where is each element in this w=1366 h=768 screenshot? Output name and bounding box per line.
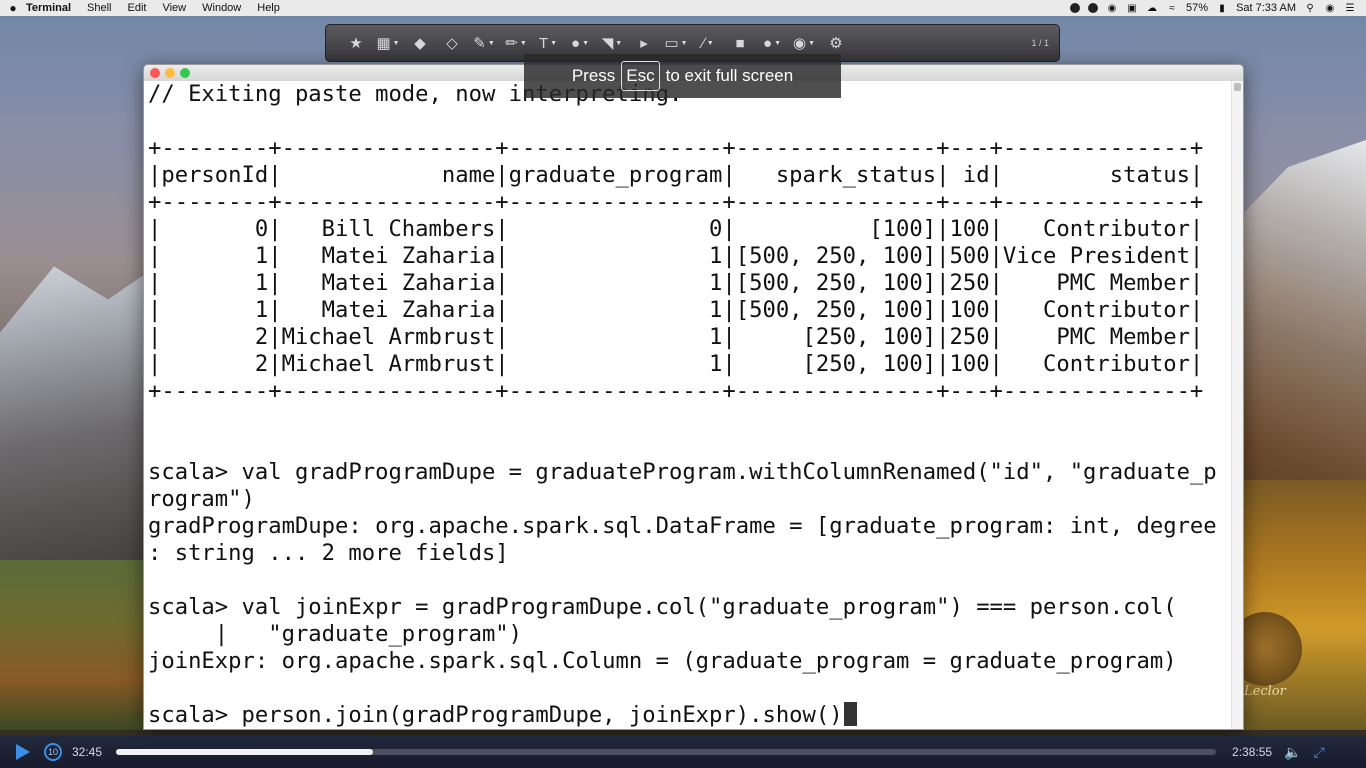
wallpaper-forest-left [0, 560, 150, 730]
terminal-line: scala> val gradProgramDupe = graduatePro… [148, 459, 1217, 485]
record-tool-icon[interactable]: ● ▼ [760, 32, 784, 54]
terminal-line: | 2|Michael Armbrust| 1| [250, 100]|100|… [148, 351, 1204, 377]
current-time: 32:45 [72, 745, 103, 759]
end-time: 2:38:55 [1232, 745, 1273, 759]
terminal-cursor [843, 702, 857, 726]
menu-edit[interactable]: Edit [128, 2, 147, 14]
terminal-line: | 1| Matei Zaharia| 1|[500, 250, 100]|10… [148, 297, 1204, 323]
minimize-button[interactable] [165, 68, 175, 78]
progress-fill [116, 749, 374, 755]
star-tool-icon[interactable]: ★ [344, 32, 368, 54]
terminal-line: | "graduate_program") [148, 621, 523, 647]
highlight-tool-icon[interactable]: ◇ [440, 32, 464, 54]
terminal-line: | 1| Matei Zaharia| 1|[500, 250, 100]|50… [148, 243, 1204, 269]
app-menu-terminal[interactable]: Terminal [26, 2, 71, 14]
color-tool-icon[interactable]: ● ▼ [568, 32, 592, 54]
pencil-tool-icon[interactable]: ✎ ▼ [472, 32, 496, 54]
menu-help[interactable]: Help [257, 2, 280, 14]
app-icon[interactable]: ▣ [1126, 3, 1138, 14]
terminal-line: rogram") [148, 486, 255, 512]
status-area: ◉ ▣ ☁ ≈ 57% ▮ Sat 7:33 AM ⚲ ◉ ☰ [1070, 2, 1366, 14]
menu-window[interactable]: Window [202, 2, 241, 14]
screen-icon[interactable] [1088, 3, 1099, 13]
line-tool-icon[interactable]: ∕ ▼ [696, 32, 720, 54]
wifi-icon[interactable]: ≈ [1166, 3, 1178, 14]
terminal-line: +--------+----------------+-------------… [148, 189, 1204, 215]
battery-icon[interactable]: ▮ [1216, 3, 1228, 14]
fullscreen-icon[interactable]: ⤢ [1314, 744, 1325, 761]
menu-view[interactable]: View [162, 2, 186, 14]
cloud-icon[interactable]: ☁ [1146, 3, 1158, 14]
pointer-tool-icon[interactable]: ▸ [632, 32, 656, 54]
play-icon[interactable] [16, 744, 30, 760]
clock[interactable]: Sat 7:33 AM [1236, 2, 1296, 14]
watermark-text: Leclor [1244, 684, 1286, 699]
terminal-window[interactable]: // Exiting paste mode, now interpreting.… [143, 64, 1244, 730]
terminal-line: | 0| Bill Chambers| 0| [100]|100| Contri… [148, 216, 1204, 242]
esc-key: Esc [621, 61, 660, 91]
record-icon[interactable] [1070, 3, 1081, 13]
apple-menu-icon[interactable]: ● [0, 1, 26, 15]
webcam-tool-icon[interactable]: ◉ ▼ [792, 32, 816, 54]
camera-icon[interactable]: ◉ [1106, 3, 1118, 14]
menu-bar: ● Terminal Shell Edit View Window Help ◉… [0, 0, 1366, 16]
terminal-line: gradProgramDupe: org.apache.spark.sql.Da… [148, 513, 1217, 539]
terminal-line: : string ... 2 more fields] [148, 540, 509, 566]
progress-bar[interactable] [116, 749, 1217, 755]
scrollbar[interactable] [1231, 81, 1243, 729]
battery-percent[interactable]: 57% [1186, 2, 1208, 14]
replay-10-icon[interactable]: 10 [44, 743, 62, 761]
terminal-line: scala> val joinExpr = gradProgramDupe.co… [148, 594, 1177, 620]
shape-tool-icon[interactable]: ◆ [408, 32, 432, 54]
video-player-bar: 10 32:45 2:38:55 🔈 ⤢ [0, 736, 1366, 768]
hint-press: Press [571, 66, 616, 85]
terminal-line: joinExpr: org.apache.spark.sql.Column = … [148, 648, 1177, 674]
menu-shell[interactable]: Shell [87, 2, 111, 14]
fullscreen-hint: Press Esc to exit full screen [524, 54, 841, 98]
rectangle-tool-icon[interactable]: ▭ ▼ [664, 32, 688, 54]
text-tool-icon[interactable]: T ▼ [536, 32, 560, 54]
hint-rest: to exit full screen [665, 66, 794, 85]
terminal-output[interactable]: // Exiting paste mode, now interpreting.… [148, 81, 1229, 729]
eraser-tool-icon[interactable]: ◥ ▼ [600, 32, 624, 54]
terminal-line: |personId| name|graduate_program| spark_… [148, 162, 1204, 188]
terminal-line: +--------+----------------+-------------… [148, 135, 1204, 161]
fill-tool-icon[interactable]: ■ [728, 32, 752, 54]
terminal-line: +--------+----------------+-------------… [148, 378, 1204, 404]
siri-icon[interactable]: ◉ [1324, 3, 1336, 14]
notification-center-icon[interactable]: ☰ [1344, 3, 1356, 14]
volume-icon[interactable]: 🔈 [1284, 744, 1301, 761]
search-icon[interactable]: ⚲ [1304, 3, 1316, 14]
scrollbar-thumb[interactable] [1234, 83, 1241, 91]
zoom-button[interactable] [180, 68, 190, 78]
terminal-line: scala> person.join(gradProgramDupe, join… [148, 702, 1229, 729]
page-indicator: 1 / 1 [1031, 37, 1049, 48]
marker-tool-icon[interactable]: ✏ ▼ [504, 32, 528, 54]
save-tool-icon[interactable]: ▦ ▼ [376, 32, 400, 54]
close-button[interactable] [150, 68, 160, 78]
settings-gear-icon[interactable]: ⚙ [824, 32, 848, 54]
terminal-line: | 2|Michael Armbrust| 1| [250, 100]|250|… [148, 324, 1204, 350]
terminal-line: | 1| Matei Zaharia| 1|[500, 250, 100]|25… [148, 270, 1204, 296]
